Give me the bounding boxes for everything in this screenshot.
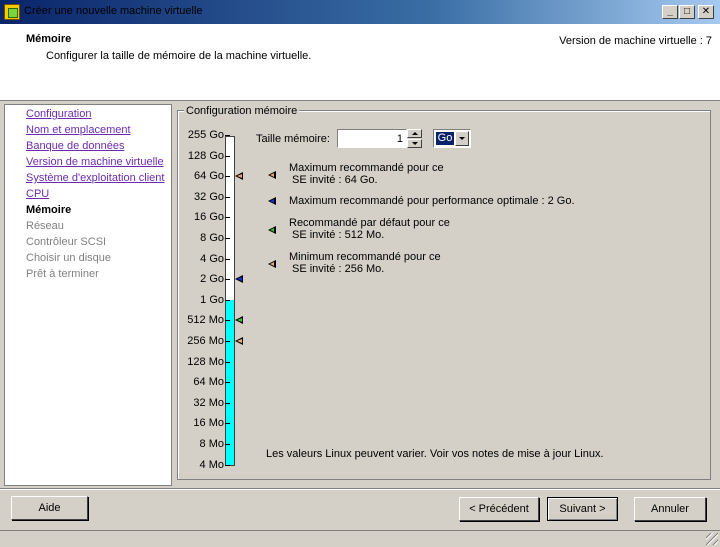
default-recommended-marker bbox=[235, 316, 243, 325]
legend-optimal-line: Maximum recommandé pour performance opti… bbox=[289, 195, 575, 207]
wizard-step-9: Choisir un disque bbox=[26, 252, 111, 264]
scale-tick-mark bbox=[225, 155, 230, 157]
optimal-marker bbox=[235, 275, 243, 284]
chevron-down-icon[interactable] bbox=[455, 131, 469, 146]
divider bbox=[0, 530, 720, 531]
scale-tick-label: 128 Mo bbox=[187, 355, 224, 368]
memory-size-label: Taille mémoire: bbox=[256, 133, 330, 145]
vm-app-icon bbox=[4, 4, 20, 20]
scale-tick-mark bbox=[225, 279, 230, 281]
wizard-step-7: Réseau bbox=[26, 220, 64, 232]
cancel-button[interactable]: Annuler bbox=[634, 497, 706, 521]
spin-down-button[interactable] bbox=[407, 139, 422, 148]
scale-tick-label: 16 Go bbox=[194, 211, 224, 224]
vm-version-label: Version de machine virtuelle : 7 bbox=[559, 35, 712, 47]
wizard-step-5[interactable]: CPU bbox=[26, 188, 49, 200]
help-button[interactable]: Aide bbox=[11, 496, 88, 520]
legend-max-line: SE invité : 64 Go. bbox=[292, 174, 378, 186]
memory-unit-value: Go bbox=[436, 132, 454, 145]
wizard-step-3[interactable]: Version de machine virtuelle bbox=[26, 156, 164, 168]
scale-tick-label: 255 Go bbox=[187, 129, 224, 141]
legend-default-line: Recommandé par défaut pour ce bbox=[289, 217, 450, 229]
memory-size-spinner bbox=[407, 129, 422, 148]
memory-size-input[interactable] bbox=[337, 129, 407, 148]
legend-optimal-icon bbox=[268, 197, 276, 205]
divider bbox=[0, 489, 720, 490]
legend-default-icon bbox=[268, 226, 276, 234]
scale-tick-label: 32 Go bbox=[194, 190, 224, 203]
page-title: Mémoire bbox=[26, 33, 72, 45]
scale-tick-mark bbox=[225, 299, 230, 301]
scale-tick-label: 4 Go bbox=[200, 252, 224, 265]
scale-tick-label: 2 Go bbox=[200, 273, 224, 286]
legend-min-icon bbox=[268, 260, 276, 268]
maximize-button[interactable]: □ bbox=[679, 5, 695, 19]
next-button[interactable]: Suivant > bbox=[547, 497, 618, 521]
legend-max-text: Maximum recommandé pour ce SE invité : 64… bbox=[289, 162, 444, 186]
legend-default-line: SE invité : 512 Mo. bbox=[292, 229, 385, 241]
scale-tick-mark bbox=[225, 361, 230, 363]
window-title: Créer une nouvelle machine virtuelle bbox=[24, 5, 203, 17]
legend-min-text: Minimum recommandé pour ce SE invité : 25… bbox=[289, 251, 441, 275]
close-button[interactable]: ✕ bbox=[698, 5, 714, 19]
scale-tick-mark bbox=[225, 176, 230, 178]
legend-max-icon bbox=[268, 171, 276, 179]
linux-note: Les valeurs Linux peuvent varier. Voir v… bbox=[266, 448, 604, 460]
group-title: Configuration mémoire bbox=[184, 105, 300, 117]
scale-tick-mark bbox=[225, 135, 230, 136]
scale-tick-label: 8 Go bbox=[200, 232, 224, 244]
scale-tick-mark bbox=[225, 320, 230, 322]
scale-tick-label: 4 Mo bbox=[199, 458, 224, 471]
legend-min-line: SE invité : 256 Mo. bbox=[292, 263, 385, 275]
legend-min-line: Minimum recommandé pour ce bbox=[289, 251, 441, 263]
scale-tick-mark bbox=[225, 402, 230, 404]
page-subtitle: Configurer la taille de mémoire de la ma… bbox=[46, 50, 312, 62]
previous-button[interactable]: < Précédent bbox=[459, 497, 539, 521]
memory-config-group bbox=[177, 110, 711, 480]
scale-tick-label: 8 Mo bbox=[199, 438, 224, 450]
legend-default-text: Recommandé par défaut pour ce SE invité :… bbox=[289, 217, 450, 241]
minimize-button[interactable]: _ bbox=[662, 5, 678, 19]
scale-tick-mark bbox=[225, 444, 230, 445]
scale-tick-mark bbox=[225, 423, 230, 425]
wizard-step-0[interactable]: Configuration bbox=[26, 108, 91, 120]
scale-tick-label: 256 Mo bbox=[187, 335, 224, 347]
scale-tick-label: 512 Mo bbox=[187, 314, 224, 327]
scale-tick-mark bbox=[225, 217, 230, 219]
wizard-step-2[interactable]: Banque de données bbox=[26, 140, 124, 152]
wizard-step-1[interactable]: Nom et emplacement bbox=[26, 124, 131, 136]
scale-tick-mark bbox=[225, 382, 230, 384]
max-recommended-marker bbox=[235, 172, 243, 181]
legend-max-line: Maximum recommandé pour ce bbox=[289, 162, 444, 174]
wizard-step-10: Prêt à terminer bbox=[26, 268, 99, 280]
scale-tick-label: 16 Mo bbox=[193, 417, 224, 430]
spin-up-button[interactable] bbox=[407, 129, 422, 138]
resize-grip-icon[interactable] bbox=[706, 533, 718, 545]
scale-tick-mark bbox=[225, 238, 230, 239]
wizard-step-4[interactable]: Système d'exploitation client bbox=[26, 172, 164, 184]
scale-tick-mark bbox=[225, 464, 230, 466]
scale-tick-label: 1 Go bbox=[200, 293, 224, 306]
memory-unit-select[interactable]: Go bbox=[433, 129, 471, 148]
scale-tick-label: 64 Mo bbox=[193, 376, 224, 389]
wizard-step-8: Contrôleur SCSI bbox=[26, 236, 107, 248]
min-recommended-marker bbox=[235, 337, 243, 345]
legend-optimal-text: Maximum recommandé pour performance opti… bbox=[289, 195, 575, 207]
scale-tick-mark bbox=[225, 258, 230, 260]
scale-tick-label: 128 Go bbox=[187, 149, 224, 162]
wizard-step-6: Mémoire bbox=[26, 204, 72, 216]
scale-tick-label: 32 Mo bbox=[193, 396, 224, 409]
scale-tick-mark bbox=[225, 196, 230, 198]
scale-tick-mark bbox=[225, 341, 230, 342]
scale-tick-label: 64 Go bbox=[194, 170, 224, 183]
